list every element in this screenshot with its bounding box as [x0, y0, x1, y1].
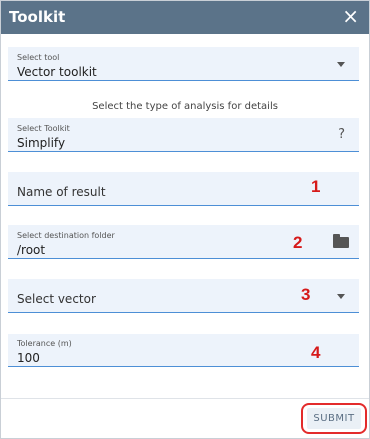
toolkit-select-value: Simplify [17, 136, 66, 150]
hint-text: Select the type of analysis for details [92, 101, 278, 112]
chevron-down-icon[interactable] [337, 294, 345, 299]
chevron-down-icon[interactable] [337, 62, 345, 67]
help-icon[interactable]: ? [338, 127, 345, 142]
destination-folder-label: Select destination folder [17, 231, 115, 240]
result-name-input[interactable]: Name of result [8, 172, 359, 206]
annotation-number-1: 1 [311, 177, 321, 196]
dialog-title: Toolkit [9, 8, 66, 26]
folder-icon[interactable] [333, 234, 349, 248]
tolerance-input[interactable]: Tolerance (m) 100 [8, 334, 359, 367]
annotation-number-3: 3 [301, 285, 311, 304]
toolkit-select-label: Select Toolkit [17, 124, 70, 133]
vector-select-placeholder: Select vector [17, 292, 96, 306]
annotation-number-2: 2 [293, 233, 303, 252]
tool-select-value: Vector toolkit [17, 65, 97, 79]
tolerance-label: Tolerance (m) [17, 339, 72, 348]
annotation-number-4: 4 [311, 343, 321, 362]
toolkit-select[interactable]: Select Toolkit Simplify ? [8, 118, 359, 152]
submit-button[interactable]: SUBMIT [307, 408, 361, 429]
tool-select[interactable]: Select tool Vector toolkit [8, 47, 359, 81]
footer-divider [1, 398, 369, 399]
tolerance-value: 100 [17, 351, 40, 365]
destination-folder-value: /root [17, 243, 46, 257]
toolkit-dialog: Toolkit × Select tool Vector toolkit Sel… [0, 0, 370, 439]
dialog-header: Toolkit × [1, 1, 369, 34]
tool-select-label: Select tool [17, 53, 60, 62]
destination-folder-field[interactable]: Select destination folder /root [8, 225, 359, 259]
result-name-placeholder: Name of result [17, 185, 106, 199]
close-icon[interactable]: × [342, 5, 359, 27]
